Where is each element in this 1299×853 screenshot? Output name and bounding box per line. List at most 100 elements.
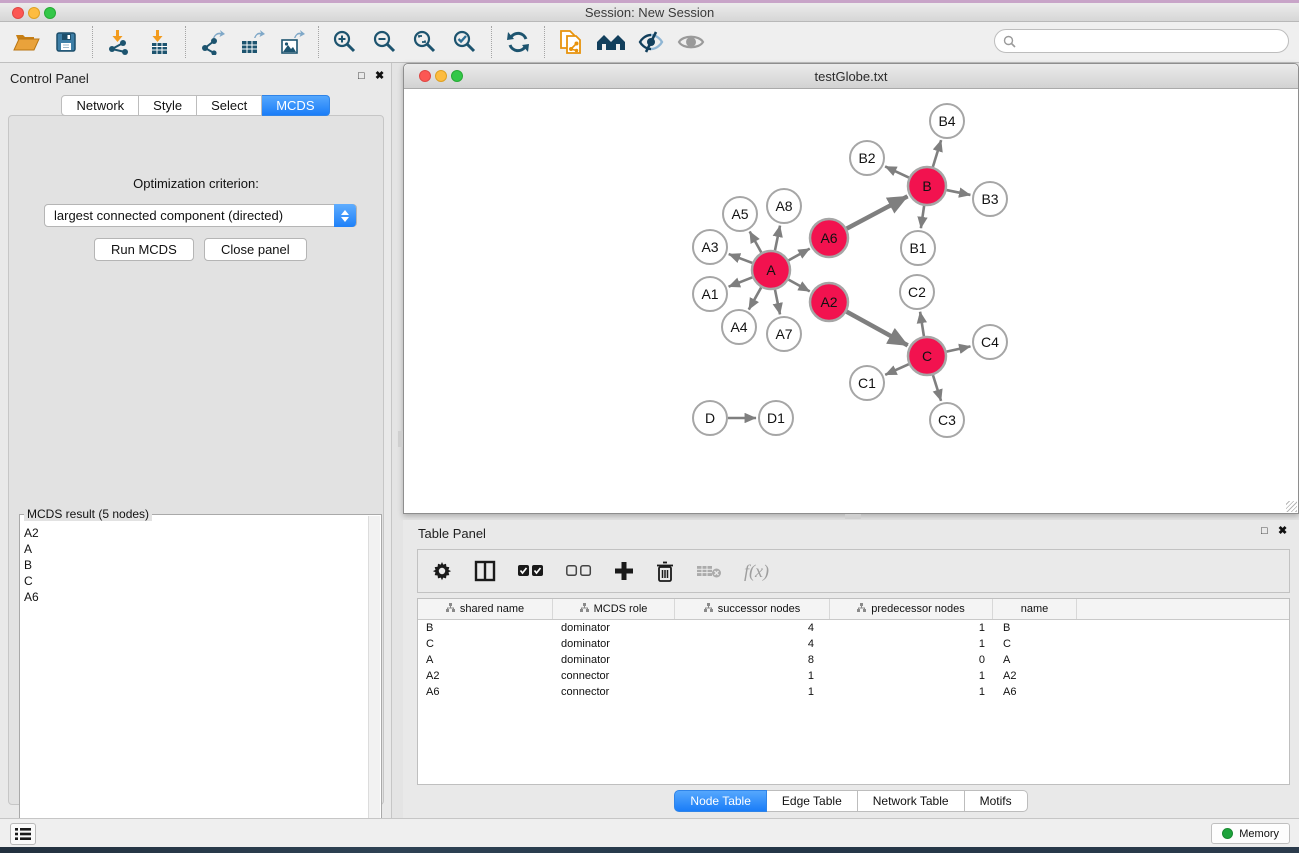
show-hide-panel-button[interactable]	[671, 25, 711, 59]
edge-A-A2[interactable]	[789, 280, 810, 292]
cell-mcds-role[interactable]: connector	[553, 684, 675, 700]
node-B[interactable]: B	[908, 167, 946, 205]
cell-mcds-role[interactable]: dominator	[553, 620, 675, 636]
search-input[interactable]	[1016, 31, 1288, 51]
optimization-criterion-dropdown[interactable]: largest connected component (directed)	[44, 204, 357, 227]
show-all-networks-button[interactable]	[591, 25, 631, 59]
node-C[interactable]: C	[908, 337, 946, 375]
node-B3[interactable]: B3	[973, 182, 1007, 216]
column-header-shared-name[interactable]: shared name	[418, 599, 553, 619]
tab-style[interactable]: Style	[139, 95, 197, 116]
node-A7[interactable]: A7	[767, 317, 801, 351]
close-panel-icon[interactable]: ✖	[375, 70, 384, 82]
cell-successor-nodes[interactable]: 1	[675, 668, 830, 684]
column-header-mcds-role[interactable]: MCDS role	[553, 599, 675, 619]
node-A[interactable]: A	[752, 251, 790, 289]
cell-successor-nodes[interactable]: 1	[675, 684, 830, 700]
tab-network-table[interactable]: Network Table	[858, 790, 965, 812]
add-row-button[interactable]	[614, 561, 634, 581]
edge-B-B2[interactable]	[885, 166, 909, 177]
edge-A-A6[interactable]	[789, 249, 810, 261]
node-table[interactable]: shared nameMCDS rolesuccessor nodesprede…	[417, 598, 1290, 785]
deselect-all-button[interactable]	[566, 565, 592, 577]
node-A3[interactable]: A3	[693, 230, 727, 264]
tab-node-table[interactable]: Node Table	[674, 790, 767, 812]
edge-C-C1[interactable]	[885, 364, 909, 375]
export-image-button[interactable]	[272, 25, 312, 59]
edge-A2-C[interactable]	[847, 312, 908, 346]
zoom-in-button[interactable]	[325, 25, 365, 59]
resize-grip[interactable]	[1286, 501, 1297, 512]
task-history-button[interactable]	[10, 823, 36, 845]
cell-predecessor-nodes[interactable]: 1	[830, 620, 993, 636]
cell-shared-name[interactable]: C	[418, 636, 553, 652]
tab-edge-table[interactable]: Edge Table	[767, 790, 858, 812]
table-row-a6[interactable]: A6connector11A6	[418, 684, 1289, 700]
cell-successor-nodes[interactable]: 4	[675, 620, 830, 636]
search-field[interactable]	[994, 29, 1289, 53]
column-header-name[interactable]: name	[993, 599, 1077, 619]
save-session-button[interactable]	[46, 25, 86, 59]
result-item-c[interactable]: C	[22, 573, 367, 589]
result-item-b[interactable]: B	[22, 557, 367, 573]
node-A4[interactable]: A4	[722, 310, 756, 344]
cell-mcds-role[interactable]: dominator	[553, 652, 675, 668]
delete-columns-button[interactable]	[696, 563, 722, 579]
node-A5[interactable]: A5	[723, 197, 757, 231]
edge-A-A8[interactable]	[775, 226, 780, 251]
table-row-a2[interactable]: A2connector11A2	[418, 668, 1289, 684]
column-header-successor-nodes[interactable]: successor nodes	[675, 599, 830, 619]
edge-A-A5[interactable]	[750, 231, 762, 252]
splitter-handle[interactable]	[398, 431, 403, 447]
cell-mcds-role[interactable]: dominator	[553, 636, 675, 652]
table-close-icon[interactable]: ✖	[1278, 525, 1287, 537]
mcds-result-list[interactable]: A2ABCA6	[22, 525, 367, 841]
splitter-handle[interactable]	[845, 514, 861, 519]
node-D[interactable]: D	[693, 401, 727, 435]
cell-name[interactable]: A	[993, 652, 1077, 668]
cell-predecessor-nodes[interactable]: 0	[830, 652, 993, 668]
open-session-button[interactable]	[6, 25, 46, 59]
cell-predecessor-nodes[interactable]: 1	[830, 636, 993, 652]
column-header-predecessor-nodes[interactable]: predecessor nodes	[830, 599, 993, 619]
cell-shared-name[interactable]: A2	[418, 668, 553, 684]
edge-C-C3[interactable]	[933, 375, 941, 401]
apply-layout-button[interactable]	[498, 25, 538, 59]
run-mcds-button[interactable]: Run MCDS	[94, 238, 194, 261]
show-columns-button[interactable]	[474, 560, 496, 582]
edge-A-A7[interactable]	[775, 290, 780, 315]
tab-motifs[interactable]: Motifs	[965, 790, 1028, 812]
new-network-button[interactable]	[551, 25, 591, 59]
table-row-c[interactable]: Cdominator41C	[418, 636, 1289, 652]
cell-name[interactable]: C	[993, 636, 1077, 652]
table-row-b[interactable]: Bdominator41B	[418, 620, 1289, 636]
network-window-titlebar[interactable]: testGlobe.txt	[404, 64, 1298, 89]
tab-select[interactable]: Select	[197, 95, 262, 116]
tab-network[interactable]: Network	[61, 95, 139, 116]
network-canvas[interactable]: B4B2BB3A8A5A6A3B1AA1C2A2A4A7C4CC1DD1C3	[404, 89, 1298, 513]
cell-shared-name[interactable]: A	[418, 652, 553, 668]
cell-shared-name[interactable]: A6	[418, 684, 553, 700]
node-C4[interactable]: C4	[973, 325, 1007, 359]
toggle-graphics-details-button[interactable]	[631, 25, 671, 59]
function-builder-button[interactable]: f(x)	[744, 561, 769, 582]
result-item-a2[interactable]: A2	[22, 525, 367, 541]
import-table-button[interactable]	[139, 25, 179, 59]
table-options-button[interactable]	[432, 561, 452, 581]
cell-shared-name[interactable]: B	[418, 620, 553, 636]
table-float-icon[interactable]: □	[1261, 525, 1268, 537]
cell-mcds-role[interactable]: connector	[553, 668, 675, 684]
import-network-button[interactable]	[99, 25, 139, 59]
edge-C-C4[interactable]	[947, 346, 971, 351]
node-A8[interactable]: A8	[767, 189, 801, 223]
export-network-button[interactable]	[192, 25, 232, 59]
edge-A-A3[interactable]	[729, 254, 753, 263]
cell-predecessor-nodes[interactable]: 1	[830, 668, 993, 684]
edge-B-B4[interactable]	[933, 140, 941, 167]
select-all-button[interactable]	[518, 565, 544, 577]
zoom-selected-button[interactable]	[445, 25, 485, 59]
node-A6[interactable]: A6	[810, 219, 848, 257]
zoom-out-button[interactable]	[365, 25, 405, 59]
result-item-a[interactable]: A	[22, 541, 367, 557]
edge-B-B1[interactable]	[921, 206, 924, 228]
